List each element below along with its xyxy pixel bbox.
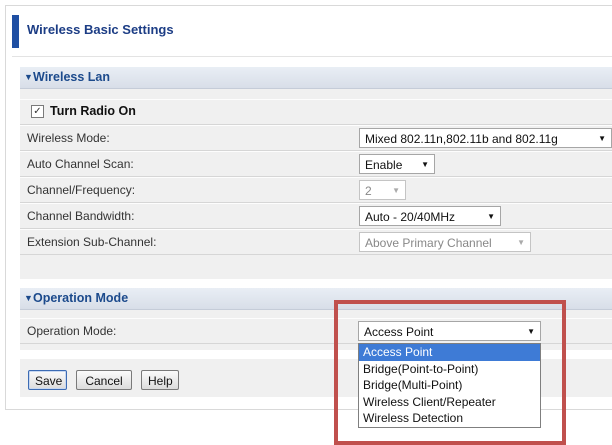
wireless-mode-label: Wireless Mode:: [27, 131, 110, 145]
channel-frequency-value: 2: [365, 184, 372, 198]
channel-bandwidth-value: Auto - 20/40MHz: [365, 210, 456, 224]
row-extension-sub-channel: Extension Sub-Channel: Above Primary Cha…: [20, 229, 612, 255]
extension-sub-channel-value: Above Primary Channel: [365, 236, 492, 250]
row-turn-radio-on: ✓ Turn Radio On: [20, 99, 612, 125]
row-channel-frequency: Channel/Frequency: 2 ▼: [20, 177, 612, 203]
channel-frequency-select: 2 ▼: [359, 180, 406, 200]
row-wireless-mode: Wireless Mode: Mixed 802.11n,802.11b and…: [20, 125, 612, 151]
caret-down-icon: ▼: [517, 238, 525, 247]
wireless-mode-select[interactable]: Mixed 802.11n,802.11b and 802.11g ▼: [359, 128, 612, 148]
section-header-wireless-lan[interactable]: ▼ Wireless Lan: [20, 67, 612, 89]
content-frame-top: [5, 5, 612, 6]
channel-bandwidth-select[interactable]: Auto - 20/40MHz ▼: [359, 206, 501, 226]
title-accent-bar: [12, 15, 19, 48]
section-title: Wireless Lan: [33, 70, 111, 84]
triangle-down-icon: ▼: [24, 72, 33, 82]
wireless-mode-value: Mixed 802.11n,802.11b and 802.11g: [365, 132, 558, 146]
title-divider: [12, 56, 612, 57]
annotation-highlight-box: [334, 300, 566, 445]
turn-radio-on-checkbox[interactable]: ✓: [31, 105, 44, 118]
row-channel-bandwidth: Channel Bandwidth: Auto - 20/40MHz ▼: [20, 203, 612, 229]
extension-sub-channel-select: Above Primary Channel ▼: [359, 232, 531, 252]
operation-mode-label: Operation Mode:: [27, 324, 117, 338]
caret-down-icon: ▼: [598, 134, 606, 143]
triangle-down-icon: ▼: [24, 293, 33, 303]
caret-down-icon: ▼: [421, 160, 429, 169]
auto-channel-scan-value: Enable: [365, 158, 403, 172]
section-title: Operation Mode: [33, 291, 129, 305]
page-title: Wireless Basic Settings: [27, 22, 174, 37]
row-auto-channel-scan: Auto Channel Scan: Enable ▼: [20, 151, 612, 177]
auto-channel-scan-label: Auto Channel Scan:: [27, 157, 134, 171]
content-frame-left: [5, 5, 6, 410]
auto-channel-scan-select[interactable]: Enable ▼: [359, 154, 435, 174]
channel-frequency-label: Channel/Frequency:: [27, 183, 136, 197]
caret-down-icon: ▼: [392, 186, 400, 195]
turn-radio-on-label: Turn Radio On: [50, 104, 136, 118]
save-button[interactable]: Save: [28, 370, 67, 390]
caret-down-icon: ▼: [487, 212, 495, 221]
cancel-button[interactable]: Cancel: [76, 370, 132, 390]
help-button[interactable]: Help: [141, 370, 179, 390]
channel-bandwidth-label: Channel Bandwidth:: [27, 209, 135, 223]
extension-sub-channel-label: Extension Sub-Channel:: [27, 235, 157, 249]
section-gap: [20, 279, 612, 288]
